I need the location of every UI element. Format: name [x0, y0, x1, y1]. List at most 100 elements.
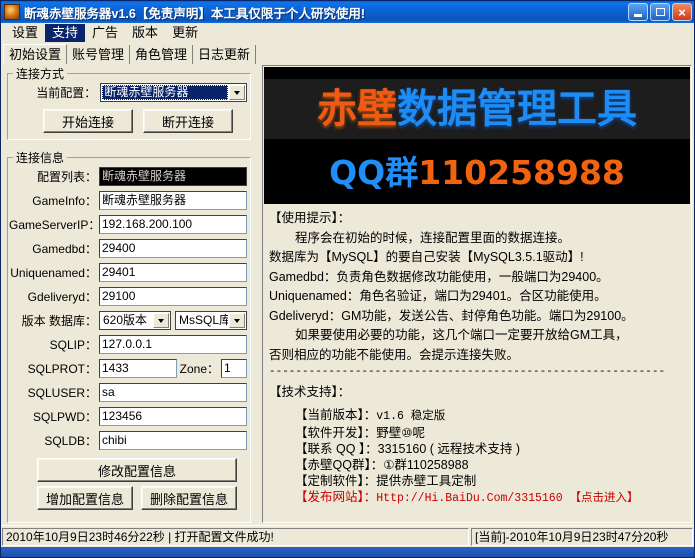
uniquenamed-row: Uniquenamed： 29401 [9, 263, 249, 282]
support-row-custom: 【定制软件】：提供赤壁工具定制 [295, 473, 685, 489]
menu-item-version[interactable]: 版本 [125, 24, 165, 42]
window-controls: × [628, 3, 692, 21]
app-icon [4, 4, 20, 20]
version-db-row: 版本 数据库： 620版本 MsSQL库 [9, 311, 249, 330]
sqluser-input[interactable]: sa [99, 383, 247, 402]
status-bar: 2010年10月9日23时46分22秒 | 打开配置文件成功! [当前]-201… [1, 525, 694, 547]
support-key-qq: 【联系 QQ 】： [295, 442, 378, 456]
config-list-box[interactable]: 断魂赤壁服务器 [99, 167, 247, 186]
tips-heading: 【使用提示】： [269, 209, 685, 229]
support-value-version: v1.6 稳定版 [376, 410, 445, 423]
gdeliveryd-input[interactable]: 29100 [99, 287, 247, 306]
support-value-developer: 野壁⑩呢 [376, 426, 425, 440]
current-config-value: 断魂赤壁服务器 [102, 85, 228, 100]
zone-input[interactable]: 1 [221, 359, 247, 378]
support-value-qq: 3315160 ( 远程技术支持 ) [378, 442, 520, 456]
banner-title: 赤壁数据管理工具 [264, 85, 690, 133]
delete-config-button[interactable]: 删除配置信息 [141, 486, 237, 510]
support-value-website-link[interactable]: Http://Hi.BaiDu.Com/3315160 【点击进入】 [376, 492, 638, 505]
support-value-qq-group: ①群110258988 [383, 458, 468, 472]
menu-item-settings[interactable]: 设置 [5, 24, 45, 42]
start-connection-button[interactable]: 开始连接 [43, 109, 133, 133]
sqlpwd-label: SQLPWD： [9, 408, 97, 425]
connection-method-legend: 连接方式 [13, 65, 67, 82]
sqlprot-input[interactable]: 1433 [99, 359, 177, 378]
config-list-label: 配置列表： [9, 168, 97, 185]
config-list-row: 配置列表： 断魂赤壁服务器 [9, 167, 249, 186]
zone-label: Zone： [177, 360, 219, 377]
tips-line-5: Gdeliveryd：GM功能，发送公告、封停角色功能。端口为29100。 [269, 307, 685, 327]
banner-qq-number: 110258988 [418, 153, 625, 192]
menu-item-update[interactable]: 更新 [165, 24, 205, 42]
support-heading: 【技术支持】： [269, 383, 685, 403]
sqldb-row: SQLDB： chibi [9, 431, 249, 450]
tab-strip: 初始设置 账号管理 角色管理 日志更新 [1, 43, 694, 64]
support-row-website[interactable]: 【发布网站】：Http://Hi.BaiDu.Com/3315160 【点击进入… [295, 489, 685, 507]
sqluser-label: SQLUSER： [9, 384, 97, 401]
section-divider: ----------------------------------------… [269, 365, 685, 379]
tips-line-7: 否则相应的功能不能使用。会提示连接失败。 [269, 346, 685, 366]
menu-item-ads[interactable]: 广告 [85, 24, 125, 42]
tab-initial-setup[interactable]: 初始设置 [3, 44, 67, 64]
menu-item-support[interactable]: 支持 [45, 24, 85, 42]
tips-line-2: 数据库为【MySQL】的要自己安装【MySQL3.5.1驱动】! [269, 248, 685, 268]
modify-config-button[interactable]: 修改配置信息 [37, 458, 237, 482]
tips-line-1: 程序会在初始的时候，连接配置里面的数据连接。 [269, 229, 685, 249]
minimize-button[interactable] [628, 3, 648, 21]
gdeliveryd-row: Gdeliveryd： 29100 [9, 287, 249, 306]
title-bar: 断魂赤壁服务器v1.6【免责声明】本工具仅限于个人研究使用! × [1, 1, 694, 23]
chevron-down-icon[interactable] [229, 85, 245, 100]
support-key-custom: 【定制软件】： [295, 474, 376, 488]
close-button[interactable]: × [672, 3, 692, 21]
database-combobox[interactable]: MsSQL库 [175, 311, 247, 330]
database-value: MsSQL库 [177, 313, 228, 328]
support-row-developer: 【软件开发】：野壁⑩呢 [295, 425, 685, 441]
tips-line-3: Gamedbd：负责角色数据修改功能使用，一般端口为29400。 [269, 268, 685, 288]
sqlprot-label: SQLPROT： [9, 360, 97, 377]
gameserverip-input[interactable]: 192.168.200.100 [99, 215, 247, 234]
maximize-button[interactable] [650, 3, 670, 21]
minimize-icon [634, 14, 642, 17]
support-value-custom: 提供赤壁工具定制 [376, 474, 476, 488]
sqldb-label: SQLDB： [9, 432, 97, 449]
gameinfo-label: GameInfo： [9, 192, 97, 209]
uniquenamed-input[interactable]: 29401 [99, 263, 247, 282]
current-config-combobox[interactable]: 断魂赤壁服务器 [100, 83, 247, 102]
gamedbd-input[interactable]: 29400 [99, 239, 247, 258]
disconnect-button[interactable]: 断开连接 [143, 109, 233, 133]
version-db-label: 版本 数据库： [9, 312, 97, 329]
sqlpwd-row: SQLPWD： 123456 [9, 407, 249, 426]
support-key-website: 【发布网站】： [295, 490, 376, 504]
support-list: 【当前版本】：v1.6 稳定版 【软件开发】：野壁⑩呢 【联系 QQ 】：331… [295, 407, 685, 507]
maximize-icon [656, 8, 665, 16]
sqlip-input[interactable]: 127.0.0.1 [99, 335, 247, 354]
support-key-version: 【当前版本】： [295, 408, 376, 422]
chevron-down-icon[interactable] [153, 313, 169, 328]
banner-qq: QQ群110258988 [264, 153, 690, 193]
gamedbd-label: Gamedbd： [9, 240, 97, 257]
gamedbd-row: Gamedbd： 29400 [9, 239, 249, 258]
gameserverip-row: GameServerIP： 192.168.200.100 [9, 215, 249, 234]
tab-role-management[interactable]: 角色管理 [130, 45, 193, 64]
tips-line-4: Uniquenamed：角色名验证，端口为29401。合区功能使用。 [269, 287, 685, 307]
current-config-row: 当前配置： 断魂赤壁服务器 [21, 83, 247, 102]
chevron-down-icon[interactable] [229, 313, 245, 328]
support-row-version: 【当前版本】：v1.6 稳定版 [295, 407, 685, 425]
gameinfo-row: GameInfo： 断魂赤壁服务器 [9, 191, 249, 210]
status-message: 2010年10月9日23时46分22秒 | 打开配置文件成功! [2, 528, 469, 546]
taskbar-strip [1, 547, 694, 557]
support-key-developer: 【软件开发】： [295, 426, 376, 440]
banner-qq-prefix: QQ群 [329, 153, 418, 192]
tab-log-update[interactable]: 日志更新 [193, 45, 256, 64]
tab-account-management[interactable]: 账号管理 [67, 45, 130, 64]
sqlprot-row: SQLPROT： 1433 Zone： 1 [9, 359, 249, 378]
gameinfo-input[interactable]: 断魂赤壁服务器 [99, 191, 247, 210]
sqlip-row: SQLIP： 127.0.0.1 [9, 335, 249, 354]
tips-line-6: 如果要使用必要的功能，这几个端口一定要开放给GM工具， [269, 326, 685, 346]
version-combobox[interactable]: 620版本 [99, 311, 171, 330]
sqldb-input[interactable]: chibi [99, 431, 247, 450]
sqluser-row: SQLUSER： sa [9, 383, 249, 402]
sqlpwd-input[interactable]: 123456 [99, 407, 247, 426]
window-title: 断魂赤壁服务器v1.6【免责声明】本工具仅限于个人研究使用! [24, 3, 365, 22]
add-config-button[interactable]: 增加配置信息 [37, 486, 133, 510]
